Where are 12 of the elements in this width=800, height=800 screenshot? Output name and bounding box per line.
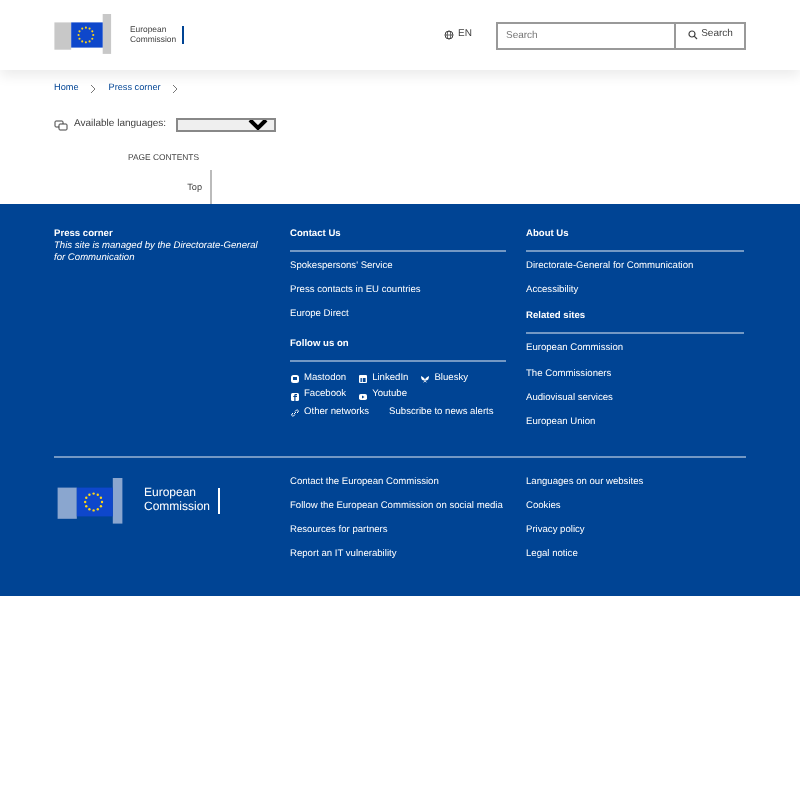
facebook-icon <box>290 391 300 402</box>
bluesky-icon <box>420 373 431 384</box>
link-icon <box>290 408 300 419</box>
language-dropdown[interactable] <box>176 118 277 133</box>
mastodon-icon <box>290 373 300 384</box>
chevron-icon <box>90 83 97 94</box>
speech-bubbles-icon <box>54 119 68 132</box>
chevron-icon <box>172 83 179 94</box>
youtube-icon <box>358 391 369 402</box>
globe-icon <box>444 30 455 40</box>
search-icon <box>687 30 698 40</box>
linkedin-icon <box>358 373 369 384</box>
